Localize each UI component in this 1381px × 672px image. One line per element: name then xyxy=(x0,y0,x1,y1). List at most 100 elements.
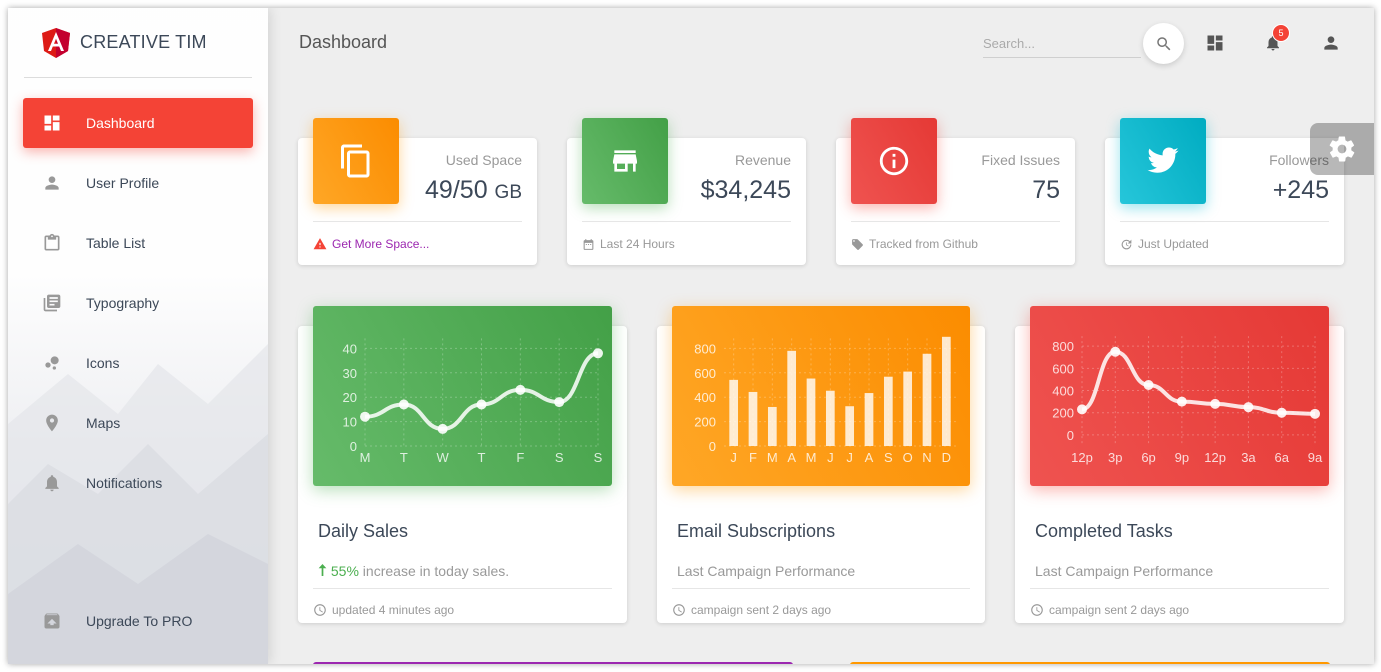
dashboard-view-button[interactable] xyxy=(1202,30,1228,56)
sidebar-item-notifications[interactable]: Notifications xyxy=(23,458,253,508)
get-more-space-link[interactable]: Get More Space... xyxy=(332,237,429,251)
data-point xyxy=(1310,408,1320,419)
chart-footer-text: campaign sent 2 days ago xyxy=(1049,603,1190,617)
y-tick-label: 400 xyxy=(1052,384,1074,399)
library-books-icon xyxy=(41,292,63,314)
brand-logo[interactable]: CREATIVE TIM xyxy=(24,8,252,78)
stat-icon-box xyxy=(313,118,399,204)
sidebar-item-maps[interactable]: Maps xyxy=(23,398,253,448)
y-tick-label: 0 xyxy=(350,439,357,454)
info-icon xyxy=(879,146,909,176)
store-icon xyxy=(613,150,637,172)
bar xyxy=(883,376,893,446)
bar xyxy=(864,393,874,446)
sidebar-item-icons[interactable]: Icons xyxy=(23,338,253,388)
sidebar-item-user-profile[interactable]: User Profile xyxy=(23,158,253,208)
x-tick-label: M xyxy=(806,450,817,465)
stat-value: +245 xyxy=(1272,176,1329,204)
data-point xyxy=(476,399,487,410)
chart-category-text: increase in today sales. xyxy=(358,563,510,579)
app-window: CREATIVE TIM Dashboard User Profile Tabl… xyxy=(8,8,1374,664)
sidebar-item-dashboard[interactable]: Dashboard xyxy=(23,98,253,148)
data-point xyxy=(1176,396,1187,407)
x-tick-label: 6p xyxy=(1141,450,1155,465)
tag-icon xyxy=(852,238,863,250)
bar xyxy=(729,379,739,446)
unarchive-icon xyxy=(41,610,63,632)
stat-footer: Last 24 Hours xyxy=(582,221,791,251)
stat-category: Used Space xyxy=(445,152,522,168)
x-tick-label: S xyxy=(555,450,564,465)
sidebar-item-label: Maps xyxy=(86,415,121,431)
bar xyxy=(922,353,932,446)
x-tick-label: F xyxy=(516,450,524,465)
stat-footer: Tracked from Github xyxy=(851,221,1060,251)
bell-icon xyxy=(41,472,63,494)
chart-footer: updated 4 minutes ago xyxy=(313,588,612,617)
notification-count-badge: 5 xyxy=(1272,24,1290,42)
x-tick-label: W xyxy=(437,450,450,465)
search-input[interactable] xyxy=(983,32,1133,54)
sidebar-item-label: Notifications xyxy=(86,475,163,491)
sidebar-item-label: Typography xyxy=(86,295,160,311)
gear-icon xyxy=(1329,136,1355,162)
chart-title: Completed Tasks xyxy=(1035,521,1173,541)
person-icon xyxy=(1324,36,1338,50)
sidebar-nav: Dashboard User Profile Table List Typogr… xyxy=(23,98,253,518)
x-tick-label: S xyxy=(594,450,603,465)
daily-sales-chart: 0 10 20 30 40 M T W T F S S xyxy=(343,338,603,465)
chart-category: Last Campaign Performance xyxy=(677,563,856,579)
stat-footer-text: Tracked from Github xyxy=(869,237,978,251)
y-tick-label: 400 xyxy=(694,390,716,405)
x-tick-label: O xyxy=(903,450,913,465)
clock-icon xyxy=(673,604,685,616)
person-icon xyxy=(41,172,63,194)
data-point xyxy=(1243,402,1254,413)
x-tick-label: 9p xyxy=(1175,450,1189,465)
chart-header: 0 10 20 30 40 M T W T F S S xyxy=(313,306,612,486)
stat-card-revenue: Revenue $34,245 Last 24 Hours xyxy=(567,118,806,265)
x-tick-label: T xyxy=(400,450,408,465)
stat-footer-text: Just Updated xyxy=(1138,237,1209,251)
stat-card-fixed-issues: Fixed Issues 75 Tracked from Github xyxy=(836,118,1075,265)
user-account-button[interactable] xyxy=(1318,30,1344,56)
x-tick-label: A xyxy=(865,450,874,465)
content-copy-icon xyxy=(341,144,370,178)
stat-value: 49/50 GB xyxy=(425,176,522,205)
x-tick-label: J xyxy=(846,450,853,465)
chart-category: 55% increase in today sales. xyxy=(318,563,509,579)
data-point xyxy=(1210,398,1221,409)
x-tick-label: J xyxy=(730,450,737,465)
x-tick-label: D xyxy=(942,450,951,465)
chart-title: Email Subscriptions xyxy=(677,521,836,541)
sidebar-item-typography[interactable]: Typography xyxy=(23,278,253,328)
stat-icon-box xyxy=(1120,118,1206,204)
y-tick-label: 800 xyxy=(1052,339,1074,354)
upgrade-to-pro-button[interactable]: Upgrade To PRO xyxy=(23,596,253,646)
data-point xyxy=(398,399,409,410)
data-point xyxy=(1077,404,1087,415)
search-button[interactable] xyxy=(1143,23,1184,64)
next-card-top-edge xyxy=(850,662,1330,664)
stat-value: 75 xyxy=(1032,176,1060,204)
bar xyxy=(787,350,797,446)
series-line xyxy=(1081,349,1316,416)
data-point xyxy=(360,411,370,422)
x-tick-label: F xyxy=(749,450,757,465)
x-tick-label: 3a xyxy=(1241,450,1256,465)
bar xyxy=(903,371,913,446)
twitter-icon xyxy=(1147,147,1179,173)
settings-button[interactable] xyxy=(1310,123,1374,175)
y-tick-label: 40 xyxy=(343,341,357,356)
chart-header: 0 200 400 600 800 J F M A M J J A S O N D xyxy=(672,306,970,486)
y-tick-label: 20 xyxy=(343,390,357,405)
sidebar-item-table-list[interactable]: Table List xyxy=(23,218,253,268)
sidebar-item-label: Dashboard xyxy=(86,115,155,131)
chart-card-daily-sales: 0 10 20 30 40 M T W T F S S Daily Sales 55% increas… xyxy=(298,306,627,623)
y-tick-label: 200 xyxy=(694,415,716,430)
x-tick-label: N xyxy=(922,450,931,465)
stat-footer: Just Updated xyxy=(1120,221,1329,251)
update-icon xyxy=(1121,239,1132,249)
x-tick-label: 12p xyxy=(1071,450,1093,465)
increase-percent: 55% xyxy=(330,563,359,579)
